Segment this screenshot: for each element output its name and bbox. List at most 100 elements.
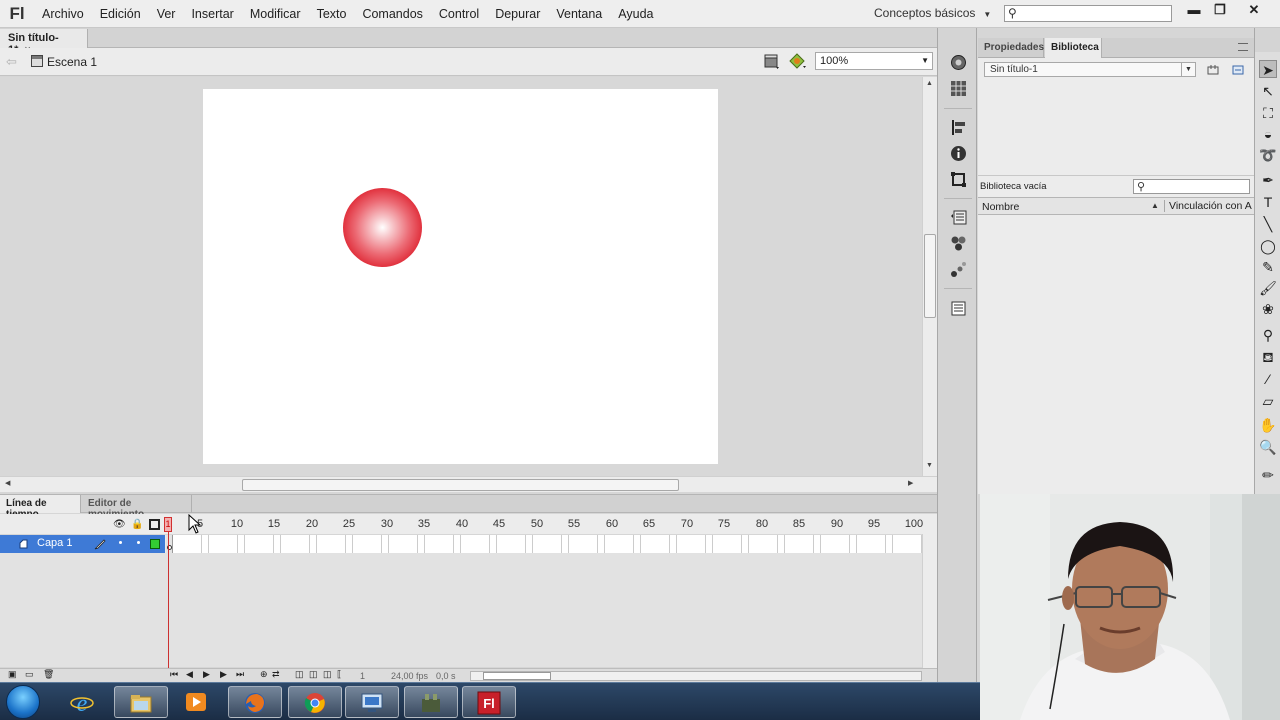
loop-icon[interactable]: ⇄ — [272, 669, 280, 680]
column-linkage[interactable]: Vinculación con A — [1164, 200, 1254, 212]
current-frame[interactable]: 1 — [360, 671, 365, 681]
center-frame-icon[interactable]: ⊕ — [260, 669, 268, 680]
eraser-tool-icon[interactable]: ▱ — [1259, 392, 1277, 410]
close-button[interactable]: ✕ — [1240, 2, 1268, 22]
scroll-thumb[interactable] — [924, 234, 936, 318]
subselection-tool-icon[interactable]: ↖ — [1259, 82, 1277, 100]
pasteboard[interactable] — [0, 77, 922, 476]
layer-outline-color[interactable] — [150, 539, 160, 549]
playhead[interactable]: 1 — [164, 517, 172, 532]
pen-tool-icon[interactable]: ✒ — [1259, 171, 1277, 189]
selection-tool-icon[interactable]: ➤ — [1259, 60, 1277, 78]
eyedropper-tool-icon[interactable]: ⁄ — [1259, 370, 1277, 388]
restore-button[interactable]: ❐ — [1206, 2, 1234, 22]
menu-insertar[interactable]: Insertar — [183, 7, 241, 21]
timeline-layers-area[interactable] — [0, 553, 922, 667]
menu-ver[interactable]: Ver — [149, 7, 184, 21]
transform-icon[interactable] — [950, 171, 967, 188]
stroke-color-icon[interactable]: ✏ — [1259, 466, 1277, 484]
new-layer-icon[interactable]: ▣ — [8, 669, 17, 680]
workspace-switcher[interactable]: Conceptos básicos ▼ — [874, 6, 991, 20]
scroll-thumb[interactable] — [242, 479, 679, 491]
zoom-tool-icon[interactable]: 🔍 — [1259, 438, 1277, 456]
taskbar-media-player[interactable] — [170, 686, 224, 718]
stage[interactable] — [203, 89, 718, 464]
stage-vertical-scrollbar[interactable]: ▲ ▼ — [922, 77, 937, 476]
arrow-down-icon[interactable]: ▼ — [926, 462, 933, 469]
frame-rate[interactable]: 24,00 fps — [391, 671, 428, 681]
text-tool-icon[interactable]: T — [1259, 193, 1277, 211]
menu-edicion[interactable]: Edición — [92, 7, 149, 21]
color-icon[interactable] — [950, 54, 967, 71]
lasso-tool-icon[interactable]: ➰ — [1259, 146, 1277, 164]
menu-modificar[interactable]: Modificar — [242, 7, 309, 21]
menu-control[interactable]: Control — [431, 7, 487, 21]
new-folder-icon[interactable]: ▭ — [25, 669, 34, 680]
taskbar-flash-professional[interactable]: Fl — [462, 686, 516, 718]
library-search-input[interactable]: ⚲ — [1133, 179, 1250, 194]
menu-archivo[interactable]: Archivo — [34, 7, 92, 21]
tab-motion-editor[interactable]: Editor de movimiento — [82, 495, 192, 520]
align-icon[interactable] — [950, 119, 967, 136]
go-last-frame-icon[interactable]: ⏭ — [236, 669, 244, 680]
edit-multiple-icon[interactable]: ◫ — [323, 669, 332, 680]
arrow-left-icon[interactable]: ◀ — [5, 479, 10, 487]
sort-ascending-icon[interactable]: ▲ — [1151, 201, 1159, 210]
brush-tool-icon[interactable]: 🖌 — [1259, 279, 1277, 297]
edit-scene-icon[interactable] — [764, 53, 780, 69]
menu-depurar[interactable]: Depurar — [487, 7, 548, 21]
arrow-right-icon[interactable]: ▶ — [908, 479, 913, 487]
layer-name[interactable]: Capa 1 — [37, 537, 72, 549]
components-icon[interactable] — [950, 235, 967, 252]
stage-horizontal-scrollbar[interactable]: ◀ ▶ — [0, 476, 937, 492]
code-snippets-icon[interactable] — [950, 209, 967, 226]
frame-strip[interactable] — [166, 535, 922, 553]
swatches-icon[interactable] — [950, 80, 967, 97]
menu-ayuda[interactable]: Ayuda — [610, 7, 661, 21]
bone-tool-icon[interactable]: ⚲ — [1259, 326, 1277, 344]
panel-menu-icon[interactable] — [1238, 43, 1248, 51]
document-tab[interactable]: Sin título-1*× — [0, 29, 88, 56]
line-tool-icon[interactable]: ╲ — [1259, 215, 1277, 233]
new-library-panel-icon[interactable] — [1232, 64, 1244, 75]
onion-markers-icon[interactable]: ⟦ — [337, 669, 341, 680]
pin-library-icon[interactable] — [1207, 64, 1219, 75]
visibility-dot[interactable] — [119, 541, 122, 544]
onion-outline-icon[interactable]: ◫ — [309, 669, 318, 680]
go-first-frame-icon[interactable]: ⏮ — [170, 669, 178, 680]
scroll-thumb[interactable] — [483, 672, 551, 680]
back-arrow-icon[interactable]: ⇦ — [6, 54, 17, 70]
motion-presets-icon[interactable] — [950, 261, 967, 278]
step-back-icon[interactable]: ◀ — [186, 669, 193, 680]
edit-symbols-icon[interactable] — [789, 53, 807, 69]
library-document-select[interactable]: Sin título-1 ▼ — [984, 62, 1196, 77]
taskbar-remote-desktop[interactable] — [345, 686, 399, 718]
timeline-horizontal-scrollbar[interactable] — [470, 671, 922, 681]
lock-dot[interactable] — [137, 541, 140, 544]
arrow-up-icon[interactable]: ▲ — [926, 80, 933, 87]
pencil-tool-icon[interactable]: ✎ — [1259, 258, 1277, 276]
taskbar-firefox[interactable] — [228, 686, 282, 718]
tab-properties[interactable]: Propiedades — [978, 38, 1044, 58]
paint-bucket-tool-icon[interactable]: ⛾ — [1259, 348, 1277, 366]
timeline-vertical-scrollbar[interactable] — [922, 534, 937, 668]
oval-tool-icon[interactable]: ◯ — [1259, 237, 1277, 255]
layer-name-cell[interactable]: Capa 1 — [0, 535, 165, 553]
tab-library[interactable]: Biblioteca — [1045, 38, 1102, 58]
taskbar-file-explorer[interactable] — [114, 686, 168, 718]
taskbar-app[interactable] — [404, 686, 458, 718]
menu-comandos[interactable]: Comandos — [354, 7, 430, 21]
3d-rotation-tool-icon[interactable]: ◒ — [1259, 125, 1277, 143]
outline-icon[interactable] — [149, 519, 160, 530]
library-item-list[interactable] — [978, 215, 1254, 494]
tab-timeline[interactable]: Línea de tiempo — [0, 495, 81, 520]
menu-ventana[interactable]: Ventana — [548, 7, 610, 21]
help-search-input[interactable]: ⚲ — [1004, 5, 1172, 22]
lock-icon[interactable]: 🔒 — [131, 519, 143, 530]
eye-icon[interactable]: 👁 — [113, 519, 126, 530]
taskbar-internet-explorer[interactable]: e — [56, 686, 110, 718]
onion-skin-icon[interactable]: ◫ — [295, 669, 304, 680]
movie-explorer-icon[interactable] — [950, 300, 967, 317]
menu-texto[interactable]: Texto — [309, 7, 355, 21]
trash-icon[interactable]: 🗑 — [43, 669, 54, 680]
